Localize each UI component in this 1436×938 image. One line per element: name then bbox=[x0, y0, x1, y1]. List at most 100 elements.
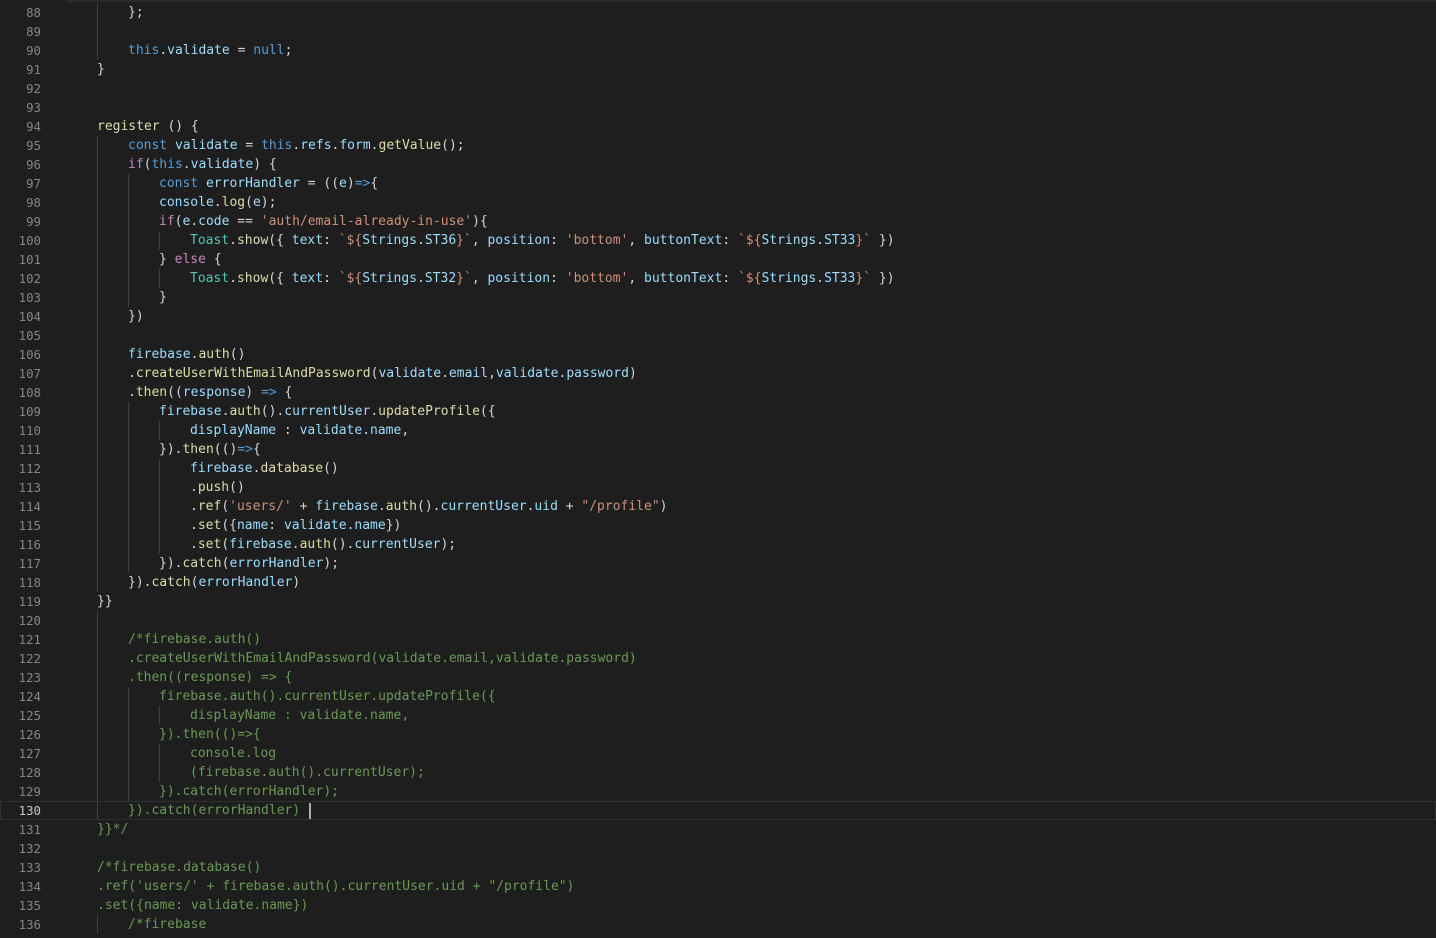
code-text: }} bbox=[97, 592, 113, 611]
code-line[interactable]: 107 .createUserWithEmailAndPassword(valid… bbox=[0, 364, 1436, 383]
code-line[interactable]: 111}).then(()=>{ bbox=[0, 440, 1436, 459]
code-line[interactable]: 97 const errorHandler = ((e)=>{ bbox=[0, 174, 1436, 193]
line-number: 111 bbox=[18, 442, 41, 457]
code-line[interactable]: 120 bbox=[0, 611, 1436, 630]
code-line[interactable]: 105 bbox=[0, 326, 1436, 345]
code-text: const validate = this.refs.form.getValue… bbox=[128, 136, 465, 155]
code-line[interactable]: 93 bbox=[0, 98, 1436, 117]
code-text: displayName : validate.name, bbox=[190, 421, 409, 440]
code-line[interactable]: 130}).catch(errorHandler) bbox=[0, 801, 1436, 820]
code-line[interactable]: 112 firebase.database() bbox=[0, 459, 1436, 478]
indent-guide bbox=[97, 212, 98, 231]
code-line[interactable]: 102 Toast.show({ text: `${Strings.ST32}`,… bbox=[0, 269, 1436, 288]
indent-guide bbox=[159, 421, 160, 440]
code-line[interactable]: 88}; bbox=[0, 3, 1436, 22]
code-line[interactable]: 101} else { bbox=[0, 250, 1436, 269]
code-token: if bbox=[128, 157, 144, 172]
code-line[interactable]: 133 /*firebase.database() bbox=[0, 858, 1436, 877]
line-number: 136 bbox=[18, 917, 41, 932]
code-token: name bbox=[354, 518, 386, 533]
code-line[interactable]: 113 .push() bbox=[0, 478, 1436, 497]
code-text: console.log(e); bbox=[159, 193, 276, 212]
code-line[interactable]: 126 }).then(()=>{ bbox=[0, 725, 1436, 744]
code-line[interactable]: 106 firebase.auth() bbox=[0, 345, 1436, 364]
code-line[interactable]: 128 (firebase.auth().currentUser); bbox=[0, 763, 1436, 782]
code-line[interactable]: 125 displayName : validate.name, bbox=[0, 706, 1436, 725]
line-number: 100 bbox=[18, 233, 41, 248]
code-line[interactable]: 135 .set({name: validate.name}) bbox=[0, 896, 1436, 915]
code-line[interactable]: 118}).catch(errorHandler) bbox=[0, 573, 1436, 592]
code-line[interactable]: 119}} bbox=[0, 592, 1436, 611]
code-token: show bbox=[236, 271, 269, 286]
indent-guide bbox=[128, 744, 129, 763]
code-token: . bbox=[370, 138, 379, 153]
code-line[interactable]: 131}}*/ bbox=[0, 820, 1436, 839]
line-number: 126 bbox=[18, 727, 41, 742]
code-line[interactable]: 136 /*firebase bbox=[0, 915, 1436, 934]
indent-guide bbox=[128, 212, 129, 231]
code-token: null bbox=[253, 43, 285, 58]
code-token: . bbox=[182, 157, 191, 172]
code-token: () bbox=[323, 461, 339, 476]
code-token: . bbox=[417, 233, 425, 248]
indent-guide bbox=[128, 440, 129, 459]
code-line[interactable]: 114 .ref('users/' + firebase.auth().curre… bbox=[0, 497, 1436, 516]
indent-guide bbox=[128, 725, 129, 744]
code-line[interactable]: 92 bbox=[0, 79, 1436, 98]
indent-guide bbox=[97, 706, 98, 725]
indent-guide bbox=[159, 535, 160, 554]
code-line[interactable]: 115 .set({name: validate.name}) bbox=[0, 516, 1436, 535]
indent-guide bbox=[97, 649, 98, 668]
line-number: 89 bbox=[26, 24, 41, 39]
code-line[interactable]: 89 bbox=[0, 22, 1436, 41]
code-line[interactable]: 94 register () { bbox=[0, 117, 1436, 136]
code-line[interactable]: 116 .set(firebase.auth().currentUser); bbox=[0, 535, 1436, 554]
code-line[interactable]: 108 .then((response) => { bbox=[0, 383, 1436, 402]
code-line[interactable]: 132 bbox=[0, 839, 1436, 858]
code-token: firebase bbox=[190, 461, 253, 476]
code-token: 'bottom' bbox=[565, 271, 629, 286]
code-line[interactable]: 117}).catch(errorHandler); bbox=[0, 554, 1436, 573]
code-text: firebase.auth() bbox=[128, 345, 245, 364]
code-line[interactable]: 99 if(e.code == 'auth/email-already-in-us… bbox=[0, 212, 1436, 231]
indent-guide bbox=[128, 288, 129, 307]
code-line[interactable]: 124 firebase.auth().currentUser.updatePro… bbox=[0, 687, 1436, 706]
indent-guide bbox=[97, 630, 98, 649]
code-line[interactable]: 100 Toast.show({ text: `${Strings.ST36}`,… bbox=[0, 231, 1436, 250]
code-line[interactable]: 91} bbox=[0, 60, 1436, 79]
code-token: createUserWithEmailAndPassword bbox=[135, 366, 371, 381]
code-line[interactable]: 90 this.validate = null; bbox=[0, 41, 1436, 60]
code-text: }).then(()=>{ bbox=[159, 725, 261, 744]
code-token: errorHandler bbox=[198, 575, 293, 590]
code-line[interactable]: 104}) bbox=[0, 307, 1436, 326]
code-line[interactable]: 122 .createUserWithEmailAndPassword(valid… bbox=[0, 649, 1436, 668]
code-line[interactable]: 129}).catch(errorHandler); bbox=[0, 782, 1436, 801]
code-text: if(this.validate) { bbox=[128, 155, 277, 174]
code-text: register () { bbox=[97, 117, 199, 136]
code-lines[interactable]: 88}; 89 90 this.validate = null; 91} 92 93 94 re… bbox=[0, 3, 1436, 934]
code-text: .ref('users/' + firebase.auth().currentU… bbox=[190, 497, 668, 516]
code-token: . bbox=[417, 271, 425, 286]
code-line[interactable]: 123 .then((response) => { bbox=[0, 668, 1436, 687]
code-line[interactable]: 121 /*firebase.auth() bbox=[0, 630, 1436, 649]
code-text: Toast.show({ text: `${Strings.ST32}`, po… bbox=[190, 269, 895, 288]
code-text: .set(firebase.auth().currentUser); bbox=[190, 535, 456, 554]
code-line[interactable]: 103} bbox=[0, 288, 1436, 307]
code-line[interactable]: 109 firebase.auth().currentUser.updatePro… bbox=[0, 402, 1436, 421]
code-line[interactable]: 98 console.log(e); bbox=[0, 193, 1436, 212]
code-token: errorHandler bbox=[205, 176, 300, 191]
code-text: this.validate = null; bbox=[128, 41, 292, 60]
code-token: . bbox=[816, 271, 825, 286]
code-token: validate bbox=[378, 366, 442, 381]
code-line[interactable]: 95 const validate = this.refs.form.getVal… bbox=[0, 136, 1436, 155]
code-line[interactable]: 127 console.log bbox=[0, 744, 1436, 763]
code-token: (); bbox=[441, 138, 465, 153]
code-line[interactable]: 110 displayName : validate.name, bbox=[0, 421, 1436, 440]
code-line[interactable]: 134 .ref('users/' + firebase.auth().curre… bbox=[0, 877, 1436, 896]
code-token: , bbox=[471, 233, 488, 248]
code-token: currentUser bbox=[354, 537, 441, 552]
code-editor[interactable]: 88}; 89 90 this.validate = null; 91} 92 93 94 re… bbox=[0, 0, 1436, 938]
code-line[interactable]: 96 if(this.validate) { bbox=[0, 155, 1436, 174]
indent-guide bbox=[97, 915, 98, 934]
